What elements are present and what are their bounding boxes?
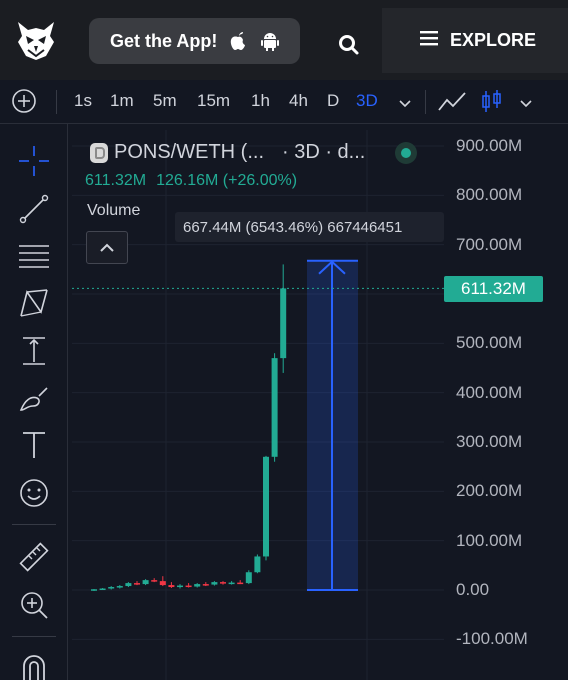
- owl-logo-icon[interactable]: [14, 18, 58, 62]
- add-symbol-icon[interactable]: [11, 88, 37, 114]
- candle-body: [142, 580, 149, 585]
- chevron-down-icon[interactable]: [518, 95, 534, 116]
- chevron-up-icon: [100, 243, 114, 252]
- measure-range-arrowhead: [318, 260, 346, 275]
- chevron-down-icon[interactable]: [397, 95, 413, 111]
- timeframe-4h[interactable]: 4h: [289, 91, 308, 111]
- candle-body: [125, 583, 132, 587]
- price-scale-label: 400.00M: [456, 382, 523, 402]
- menu-icon: [420, 30, 438, 51]
- market-status-icon: [395, 142, 417, 164]
- measure-range-icon[interactable]: [17, 334, 51, 368]
- toolbar-divider: [12, 524, 56, 525]
- candlestick-chart-icon[interactable]: [480, 88, 504, 121]
- top-header: Get the App! EXPLORE: [0, 0, 568, 80]
- android-icon: [259, 30, 281, 52]
- get-the-app-button[interactable]: Get the App!: [89, 18, 300, 64]
- emoji-icon[interactable]: [17, 476, 51, 510]
- toolbar-divider: [56, 90, 57, 114]
- timeframe-5m[interactable]: 5m: [153, 91, 177, 111]
- candle-body: [168, 585, 175, 588]
- price-scale-label: 500.00M: [456, 333, 523, 353]
- ruler-icon[interactable]: [17, 540, 51, 574]
- legend-change: 126.16M (+26.00%): [156, 172, 298, 189]
- volume-label[interactable]: Volume: [87, 202, 140, 220]
- legend-price: 611.32M: [85, 172, 147, 189]
- candle-body: [254, 556, 261, 573]
- candle-body: [177, 585, 183, 588]
- candle-body: [159, 581, 166, 586]
- candle-body: [280, 288, 287, 359]
- search-icon[interactable]: [336, 32, 362, 58]
- line-chart-icon[interactable]: [437, 88, 467, 121]
- apple-icon: [227, 30, 249, 52]
- magnet-icon[interactable]: [17, 650, 51, 680]
- drawing-toolbar: [0, 124, 68, 680]
- candle-body: [151, 580, 158, 582]
- timeframe-d[interactable]: D: [327, 91, 339, 111]
- candle-body: [228, 582, 235, 585]
- price-scale-label: 700.00M: [456, 234, 523, 254]
- symbol-legend[interactable]: PONS/WETH (... · 3D · d...: [90, 141, 365, 164]
- candle-body: [245, 572, 252, 584]
- explore-label: EXPLORE: [450, 30, 537, 50]
- candle-body: [116, 586, 123, 588]
- toolbar-divider: [12, 636, 56, 637]
- candle-body: [237, 582, 244, 585]
- candle-body: [220, 582, 226, 584]
- price-scale-label: 300.00M: [456, 432, 523, 451]
- zoom-in-icon[interactable]: [17, 588, 51, 622]
- current-price-tag: 611.32M: [444, 276, 543, 302]
- candle-body: [211, 582, 218, 585]
- candle-body: [108, 587, 115, 589]
- candle-body: [185, 585, 192, 588]
- get-the-app-label: Get the App!: [110, 30, 218, 51]
- symbol-interval-source: · 3D · d...: [282, 141, 366, 163]
- timeframe-1s[interactable]: 1s: [74, 91, 92, 111]
- candle-body: [263, 456, 269, 557]
- price-scale-label: 200.00M: [456, 481, 523, 501]
- candle-body: [134, 583, 140, 585]
- symbol-pair: PONS/WETH (...: [114, 141, 264, 163]
- timeframe-15m[interactable]: 15m: [197, 91, 230, 111]
- token-icon: [90, 142, 108, 163]
- timeframe-1h[interactable]: 1h: [251, 91, 270, 111]
- price-scale-label: 900.00M: [456, 136, 523, 155]
- price-scale-label: 800.00M: [456, 185, 523, 205]
- price-scale-label: -100.00M: [456, 629, 528, 649]
- candle-body: [194, 584, 201, 587]
- candle-body: [271, 358, 278, 457]
- brush-icon[interactable]: [17, 382, 51, 416]
- measure-tooltip: 667.44M (6543.46%) 667446451: [175, 212, 444, 242]
- text-icon[interactable]: [17, 428, 51, 462]
- legend-values: 611.32M 126.16M (+26.00%): [85, 172, 297, 190]
- price-scale-label: 0.00: [456, 580, 490, 599]
- candle-body: [202, 584, 209, 586]
- price-scale-label: 100.00M: [456, 530, 523, 550]
- timeframe-3d[interactable]: 3D: [356, 91, 378, 111]
- candle-body: [91, 589, 97, 591]
- collapse-legend-button[interactable]: [86, 231, 128, 264]
- toolbar-divider: [425, 90, 426, 114]
- candle-body: [99, 588, 106, 591]
- explore-button[interactable]: EXPLORE: [382, 8, 568, 73]
- chart-toolbar: 1s 1m 5m 15m 1h 4h D 3D: [0, 80, 568, 124]
- trend-line-icon[interactable]: [17, 192, 51, 226]
- fib-retracement-icon[interactable]: [17, 240, 51, 274]
- pattern-icon[interactable]: [17, 286, 51, 320]
- measure-range-box: [307, 260, 358, 590]
- timeframe-1m[interactable]: 1m: [110, 91, 134, 111]
- crosshair-icon[interactable]: [17, 144, 51, 178]
